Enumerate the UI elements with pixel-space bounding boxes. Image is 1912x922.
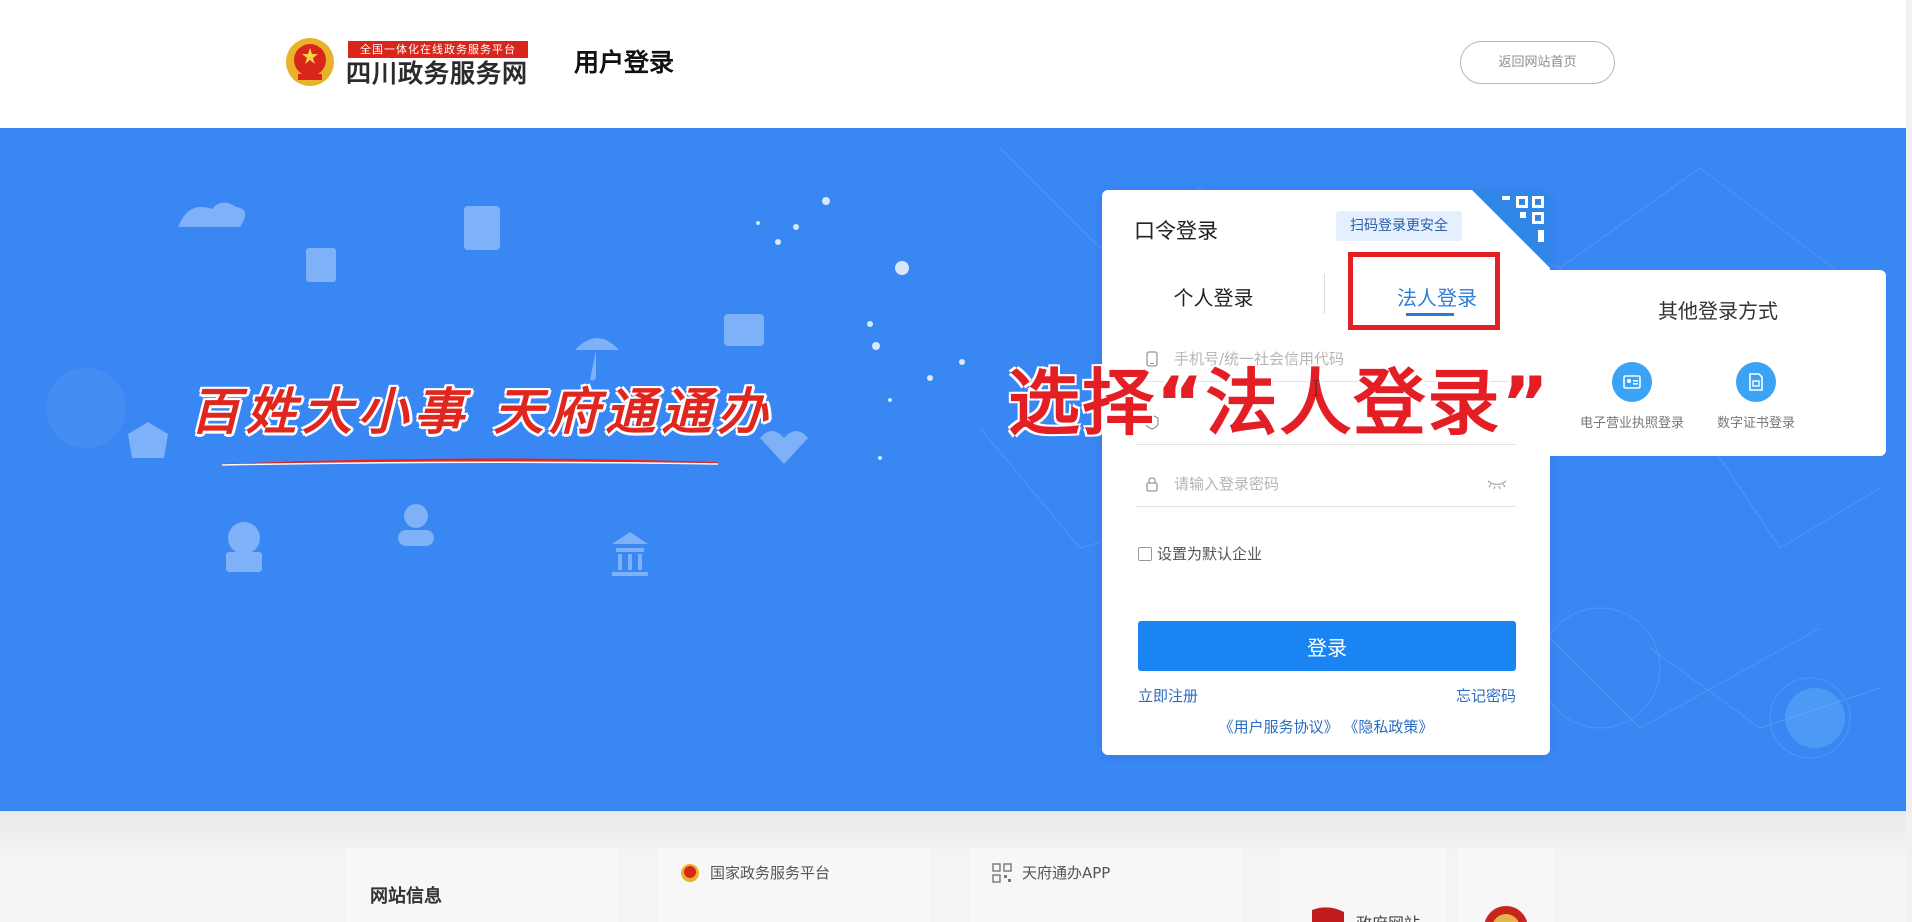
site-footer: 网站信息 国家政务服务平台 天府通办APP 政府网站 <box>0 811 1906 922</box>
digital-certificate-icon <box>1736 362 1776 402</box>
tab-personal-login[interactable]: 个人登录 <box>1146 278 1281 318</box>
password-input[interactable] <box>1174 469 1474 499</box>
annotation-highlight-box <box>1348 252 1500 330</box>
return-home-button[interactable]: 返回网站首页 <box>1460 41 1615 84</box>
emblem-small-icon <box>681 864 699 882</box>
gov-flag-icon <box>1312 907 1344 922</box>
hero-banner: 百姓大小事 天府通通办 <box>0 128 1906 811</box>
page-title: 用户登录 <box>574 48 675 77</box>
footer-app[interactable]: 天府通办APP <box>970 848 1242 922</box>
qr-login-tip: 扫码登录更安全 <box>1336 211 1462 241</box>
footer-gov-site[interactable]: 政府网站 <box>1280 848 1446 922</box>
slogan-underline <box>222 458 718 466</box>
banner-slogan: 百姓大小事 天府通通办 <box>190 382 774 441</box>
footer-site-info: 网站信息 <box>346 848 618 922</box>
footer-national-label: 国家政务服务平台 <box>710 864 831 882</box>
agreements-row: 《用户服务协议》 《隐私政策》 <box>1102 717 1550 737</box>
annotation-text: 选择“法人登录” <box>1008 361 1551 445</box>
qr-small-icon <box>992 863 1012 883</box>
national-emblem-icon <box>286 38 334 86</box>
login-submit-button[interactable]: 登录 <box>1138 621 1516 671</box>
tab-divider <box>1324 274 1325 314</box>
logo-slogan: 全国一体化在线政务服务平台 <box>348 41 528 58</box>
business-license-icon <box>1612 362 1652 402</box>
footer-national-platform[interactable]: 国家政务服务平台 <box>658 848 930 922</box>
footer-site-info-title: 网站信息 <box>370 886 442 907</box>
logo-name: 四川政务服务网 <box>346 59 529 88</box>
forgot-password-link[interactable]: 忘记密码 <box>1456 686 1516 706</box>
business-license-label: 电子营业执照登录 <box>1579 416 1684 431</box>
footer-extra-badge[interactable] <box>1458 848 1554 922</box>
default-company-checkbox[interactable] <box>1138 547 1152 561</box>
party-badge-icon <box>1484 906 1528 922</box>
lock-icon <box>1146 477 1158 492</box>
password-field <box>1136 461 1516 507</box>
footer-gov-label: 政府网站 <box>1356 910 1420 922</box>
user-agreement-link[interactable]: 《用户服务协议》 <box>1219 718 1339 736</box>
footer-app-label: 天府通办APP <box>1022 864 1111 882</box>
other-login-title: 其他登录方式 <box>1658 299 1778 323</box>
site-header: 全国一体化在线政务服务平台 四川政务服务网 用户登录 返回网站首页 <box>0 0 1912 128</box>
page-scrollbar[interactable] <box>1906 0 1912 922</box>
hide-password-icon[interactable] <box>1486 476 1508 490</box>
register-link[interactable]: 立即注册 <box>1138 686 1198 706</box>
password-login-title: 口令登录 <box>1134 219 1218 243</box>
default-company-label: 设置为默认企业 <box>1157 545 1263 563</box>
text-cursor-icon <box>1313 380 1319 396</box>
digital-certificate-label: 数字证书登录 <box>1716 416 1795 431</box>
other-login-methods-panel: 其他登录方式 电子营业执照登录 数字证书登录 <box>1550 270 1886 456</box>
banner-decoration <box>46 147 1881 759</box>
privacy-policy-link[interactable]: 《隐私政策》 <box>1343 718 1433 736</box>
